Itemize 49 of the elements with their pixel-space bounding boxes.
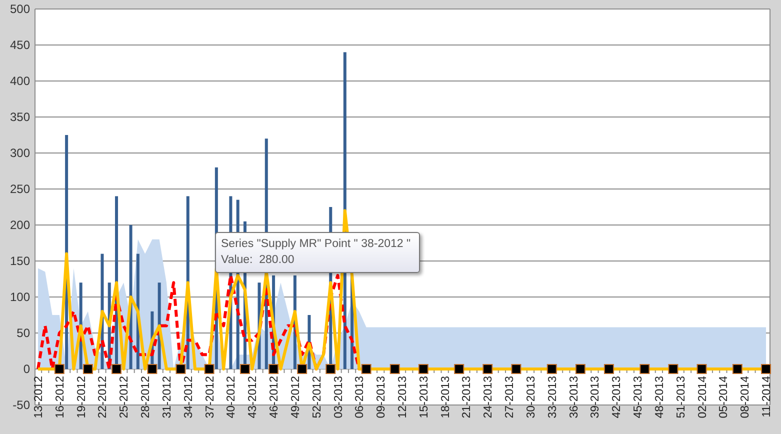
axis-label: 09-2013 [376,376,388,418]
axis-label: 42-2013 [611,376,624,418]
axis-label: 350 [10,110,30,124]
axis-label: 50 [16,326,30,340]
axis-label: 08-2014 [740,376,752,418]
axis-label: 12-2013 [397,376,409,418]
axis-label: 46-2012 [268,376,281,418]
axis-label: 05-2014 [718,376,730,418]
axis-label: 150 [10,254,30,268]
axis-label: 200 [10,218,30,232]
axis-label: 18-2013 [440,376,452,418]
axis-label: 24-2013 [482,376,495,418]
axis-label: 31-2012 [161,376,174,418]
axis-label: 21-2013 [461,376,474,418]
axis-label: 0 [23,362,30,376]
axis-label: 22-2012 [97,376,110,418]
tooltip-text: Value: 280.00 [221,253,296,268]
axis-label: 49-2012 [290,376,302,418]
axis-label: 13-2012 [33,376,45,418]
axis-label: 40-2012 [226,376,238,418]
axis-label: 27-2013 [504,376,516,418]
axis-label: 15-2013 [418,376,430,418]
axis-label: 19-2012 [76,376,88,418]
axis-label: 500 [10,2,30,16]
axis-label: 06-2013 [354,376,366,418]
axis-label: 11-2014 [761,376,773,418]
axis-label: 52-2012 [311,376,324,418]
axis-label: 300 [10,146,30,160]
axis-label: 36-2013 [568,376,580,418]
axis-label: 250 [10,182,30,196]
axis-label: 43-2012 [247,376,260,418]
axis-label: 28-2012 [140,376,152,418]
axis-label: 16-2012 [54,376,66,418]
axis-label: 30-2013 [525,376,538,418]
axis-label: 45-2013 [632,376,645,418]
axis-label: 51-2013 [675,376,688,418]
axis-label: 400 [10,74,30,88]
axis-label: 33-2013 [546,376,559,418]
axis-label: 02-2014 [696,376,709,418]
axis-label: -50 [12,398,30,412]
axis-label: 25-2012 [118,376,131,418]
axis-label: 37-2012 [204,376,216,418]
axis-label: 48-2013 [654,376,666,418]
tooltip-text: Series "Supply MR" Point " 38-2012 " [221,237,411,252]
axis-label: 39-2013 [590,376,602,418]
axis-label: 450 [10,38,30,52]
axis-label: 03-2013 [332,376,345,418]
axis-label: 100 [10,290,30,304]
axis-label: 34-2012 [182,376,195,418]
